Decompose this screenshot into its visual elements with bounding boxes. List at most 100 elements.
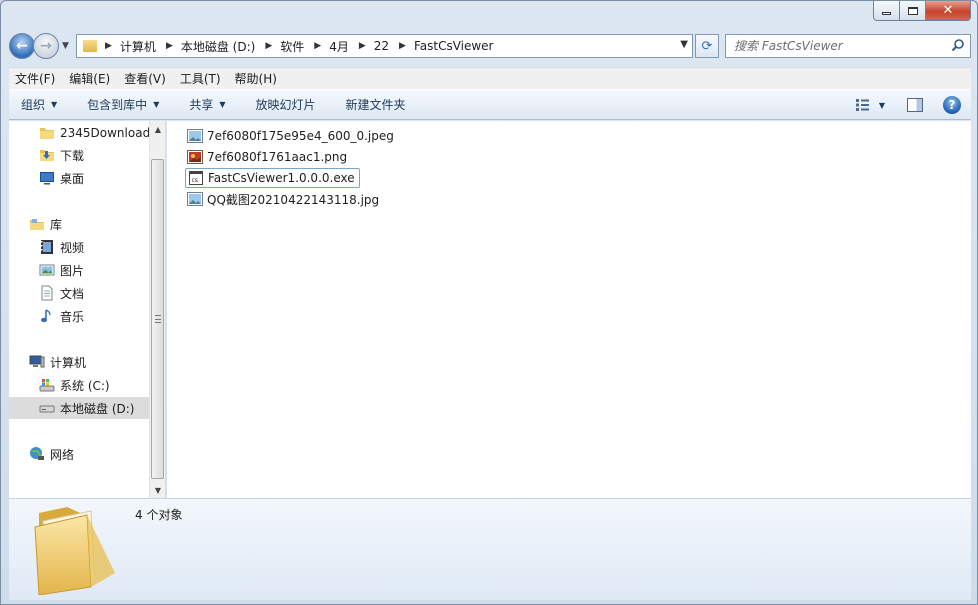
tree-item-videos[interactable]: 视频 (39, 236, 84, 258)
breadcrumb-fastcsviewer[interactable]: FastCsViewer (414, 39, 494, 53)
share-button[interactable]: 共享 ▼ (189, 96, 225, 113)
scroll-up-button[interactable]: ▲ (150, 121, 166, 137)
item-count: 4 个对象 (135, 508, 183, 522)
breadcrumb-computer[interactable]: 计算机 (120, 38, 156, 55)
pictures-icon (39, 264, 55, 276)
file-item-qq-screenshot[interactable]: QQ截图20210422143118.jpg (185, 189, 383, 209)
details-pane: 4 个对象 (9, 498, 971, 600)
download-folder-icon (40, 150, 54, 161)
breadcrumb-arrow-icon[interactable]: ▶ (105, 41, 112, 51)
tree-item-label: 计算机 (50, 355, 87, 370)
tree-item-music[interactable]: 音乐 (39, 305, 84, 327)
share-label: 共享 (189, 98, 214, 112)
scroll-down-button[interactable]: ▼ (150, 482, 166, 498)
minimize-icon (882, 12, 891, 15)
new-folder-label: 新建文件夹 (345, 98, 406, 112)
breadcrumb-arrow-icon[interactable]: ▶ (314, 41, 321, 51)
breadcrumb-arrow-icon[interactable]: ▶ (166, 41, 173, 51)
include-in-library-label: 包含到库中 (87, 98, 148, 112)
refresh-button[interactable]: ⟳ (695, 34, 719, 58)
image-file-icon (187, 129, 203, 143)
tree-item-local-disk-d[interactable]: 本地磁盘 (D:) (9, 397, 150, 419)
forward-button[interactable]: → (33, 33, 59, 59)
back-arrow-icon: ← (16, 38, 28, 54)
menu-help[interactable]: 帮助(H) (235, 70, 277, 87)
address-bar[interactable]: ▶ 计算机 ▶ 本地磁盘 (D:) ▶ 软件 ▶ 4月 ▶ 22 ▶ FastC… (76, 34, 693, 58)
close-button[interactable]: ✕ (926, 1, 971, 21)
menu-file[interactable]: 文件(F) (15, 70, 55, 87)
network-icon (30, 447, 44, 460)
library-icon (30, 219, 44, 230)
minimize-button[interactable] (873, 1, 900, 21)
file-item-png[interactable]: 7ef6080f1761aac1.png (185, 147, 351, 167)
tree-item-desktop[interactable]: 桌面 (39, 167, 84, 189)
tree-item-label: 音乐 (60, 309, 85, 324)
chevron-down-icon: ▼ (219, 100, 226, 109)
tree-item-label: 网络 (50, 447, 75, 462)
menu-tools[interactable]: 工具(T) (180, 70, 221, 87)
chevron-down-icon: ▼ (51, 100, 58, 109)
search-icon[interactable] (951, 38, 965, 52)
breadcrumb-april[interactable]: 4月 (329, 38, 349, 55)
breadcrumb-drive-d[interactable]: 本地磁盘 (D:) (181, 38, 255, 55)
menu-bar: 文件(F) 编辑(E) 查看(V) 工具(T) 帮助(H) (9, 67, 971, 89)
file-name: 7ef6080f1761aac1.png (207, 150, 348, 164)
file-item-jpeg[interactable]: 7ef6080f175e95e4_600_0.jpeg (185, 126, 398, 146)
slideshow-button[interactable]: 放映幻灯片 (256, 96, 316, 113)
change-view-icon[interactable] (855, 98, 871, 112)
window-controls: ✕ (873, 1, 971, 21)
tree-item-label: 本地磁盘 (D:) (60, 401, 135, 416)
tree-item-downloads[interactable]: 下载 (39, 144, 84, 166)
file-list-pane: 7ef6080f175e95e4_600_0.jpeg 7ef6080f1761… (167, 121, 971, 498)
tree-item-label: 文档 (60, 286, 85, 301)
file-item-exe[interactable]: cs FastCsViewer1.0.0.0.exe (185, 168, 360, 188)
system-drive-icon (39, 379, 55, 392)
search-input[interactable] (734, 39, 934, 53)
tree-item-documents[interactable]: 文档 (39, 282, 84, 304)
view-dropdown-icon[interactable]: ▼ (879, 101, 885, 110)
tree-item-computer[interactable]: 计算机 (29, 351, 86, 373)
tree-item-2345downloads[interactable]: 2345Downloads (39, 122, 156, 144)
scroll-thumb[interactable] (151, 159, 164, 479)
folder-icon (83, 40, 97, 52)
new-folder-button[interactable]: 新建文件夹 (346, 96, 406, 113)
tree-item-label: 下载 (60, 148, 85, 163)
recent-pages-dropdown[interactable]: ▼ (62, 41, 72, 51)
breadcrumb: ▶ 计算机 ▶ 本地磁盘 (D:) ▶ 软件 ▶ 4月 ▶ 22 ▶ FastC… (103, 38, 502, 55)
image-file-icon (187, 192, 203, 206)
breadcrumb-arrow-icon[interactable]: ▶ (265, 41, 272, 51)
back-button[interactable]: ← (9, 33, 35, 59)
search-box[interactable] (725, 34, 971, 58)
tree-item-label: 视频 (60, 240, 85, 255)
help-icon[interactable]: ? (943, 96, 961, 114)
breadcrumb-software[interactable]: 软件 (280, 38, 304, 55)
tree-item-network[interactable]: 网络 (29, 443, 74, 465)
organize-label: 组织 (21, 98, 46, 112)
maximize-button[interactable] (900, 1, 926, 21)
tree-item-libraries[interactable]: 库 (29, 213, 62, 235)
breadcrumb-22[interactable]: 22 (374, 39, 389, 53)
breadcrumb-arrow-icon[interactable]: ▶ (399, 41, 406, 51)
organize-button[interactable]: 组织 ▼ (21, 96, 57, 113)
menu-view[interactable]: 查看(V) (124, 70, 166, 87)
tree-item-system-c[interactable]: 系统 (C:) (39, 374, 110, 396)
computer-icon (29, 355, 45, 368)
nav-pane-scrollbar[interactable]: ▲ ▼ (149, 121, 165, 498)
breadcrumb-arrow-icon[interactable]: ▶ (359, 41, 366, 51)
file-name: QQ截图20210422143118.jpg (207, 192, 380, 207)
preview-pane-icon[interactable] (907, 98, 923, 112)
tree-item-pictures[interactable]: 图片 (39, 259, 84, 281)
slideshow-label: 放映幻灯片 (255, 98, 316, 112)
drive-icon (39, 405, 55, 413)
exe-file-icon: cs (189, 171, 203, 185)
menu-edit[interactable]: 编辑(E) (69, 70, 110, 87)
chevron-down-icon: ▼ (153, 100, 160, 109)
documents-icon (41, 285, 53, 301)
folder-icon (40, 128, 54, 139)
command-bar: 组织 ▼ 包含到库中 ▼ 共享 ▼ 放映幻灯片 新建文件夹 ▼ ? (9, 89, 971, 120)
include-in-library-button[interactable]: 包含到库中 ▼ (87, 96, 159, 113)
tree-item-label: 系统 (C:) (60, 378, 110, 393)
address-dropdown-icon[interactable]: ▼ (680, 39, 688, 50)
forward-arrow-icon: → (40, 38, 52, 54)
tree-item-label: 图片 (60, 263, 85, 278)
